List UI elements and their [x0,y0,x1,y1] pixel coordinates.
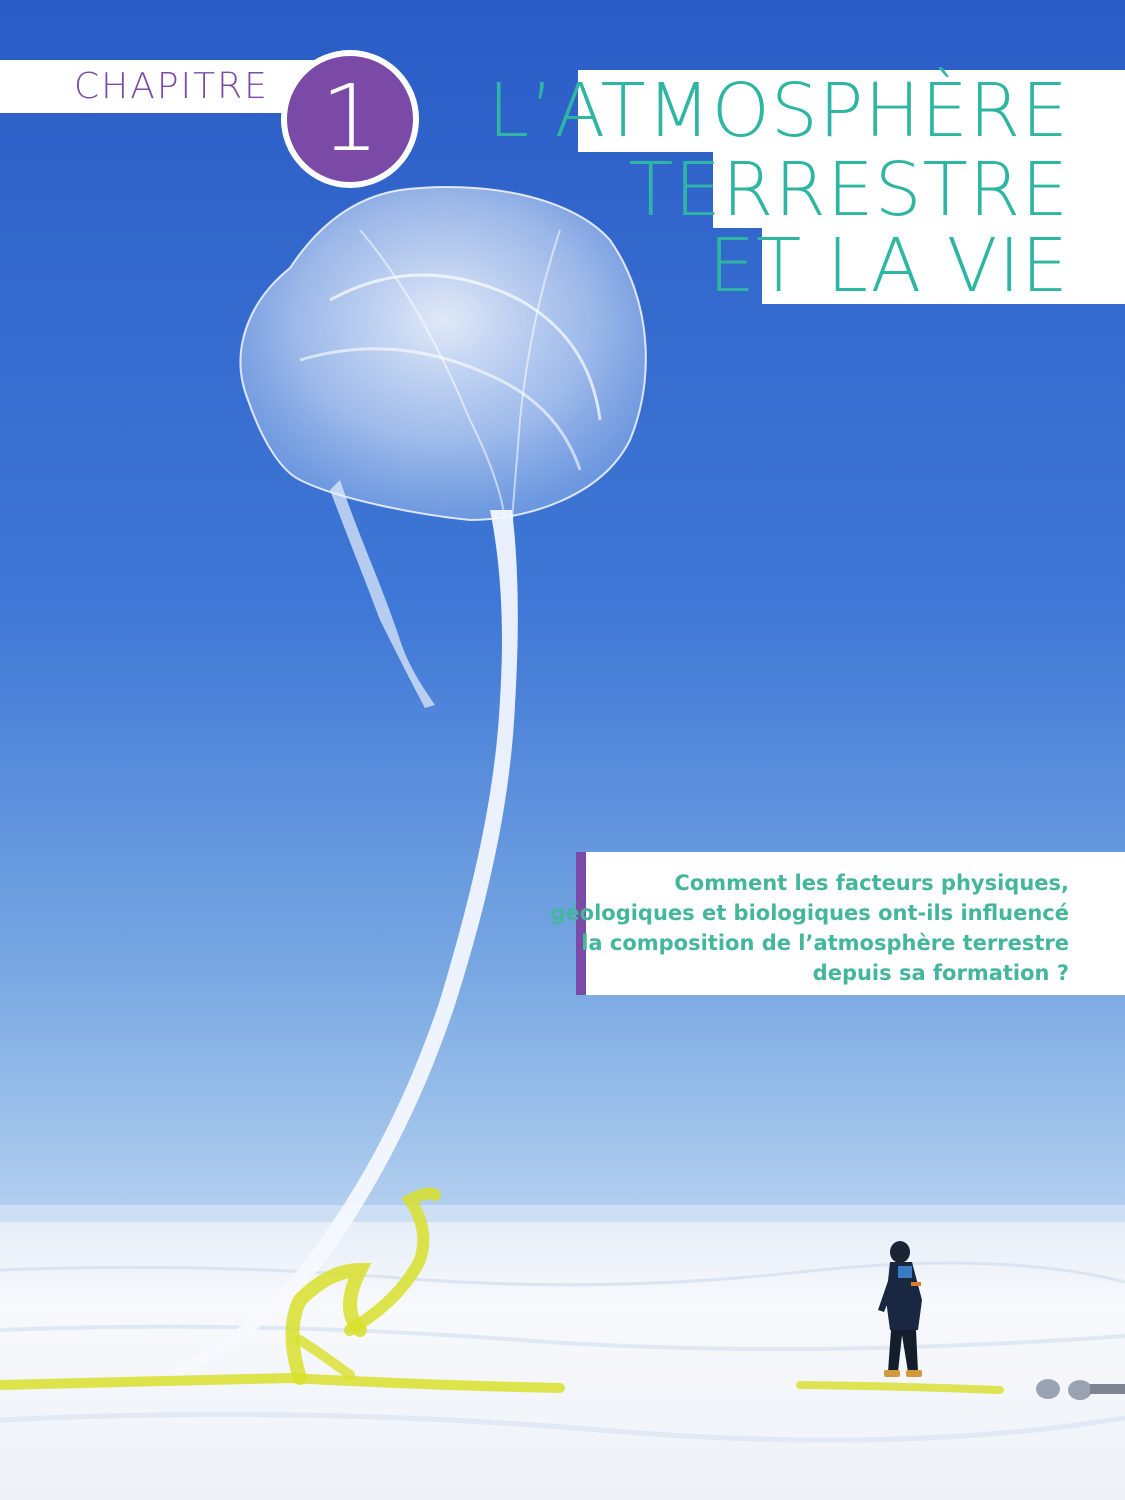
question-line-1: Comment les facteurs physiques, [674,871,1069,895]
chapter-number: 1 [320,65,380,172]
question-line-4: depuis sa formation ? [812,961,1069,985]
chapter-question-box: Comment les facteurs physiques, géologiq… [550,852,1125,995]
chapter-question: Comment les facteurs physiques, géologiq… [550,868,1069,988]
title-line-3-box: ET LA VIE [708,228,1125,304]
chapter-label: CHAPITRE [74,66,269,107]
title-line-1: L’ATMOSPHÈRE [487,68,1069,154]
title-line-2: TERRESTRE [628,147,1069,233]
question-line-2: géologiques et biologiques ont-ils influ… [550,901,1069,925]
chapter-opening-page: CHAPITRE 1 L’ATMOSPHÈRE TERRESTRE ET LA … [0,0,1125,1500]
question-line-3: la composition de l’atmosphère terrestre [581,931,1069,955]
title-line-3: ET LA VIE [708,223,1069,309]
title-line-1-box: L’ATMOSPHÈRE [488,70,1125,152]
title-line-2-box: TERRESTRE [628,152,1125,228]
chapter-number-badge: 1 [281,50,419,188]
